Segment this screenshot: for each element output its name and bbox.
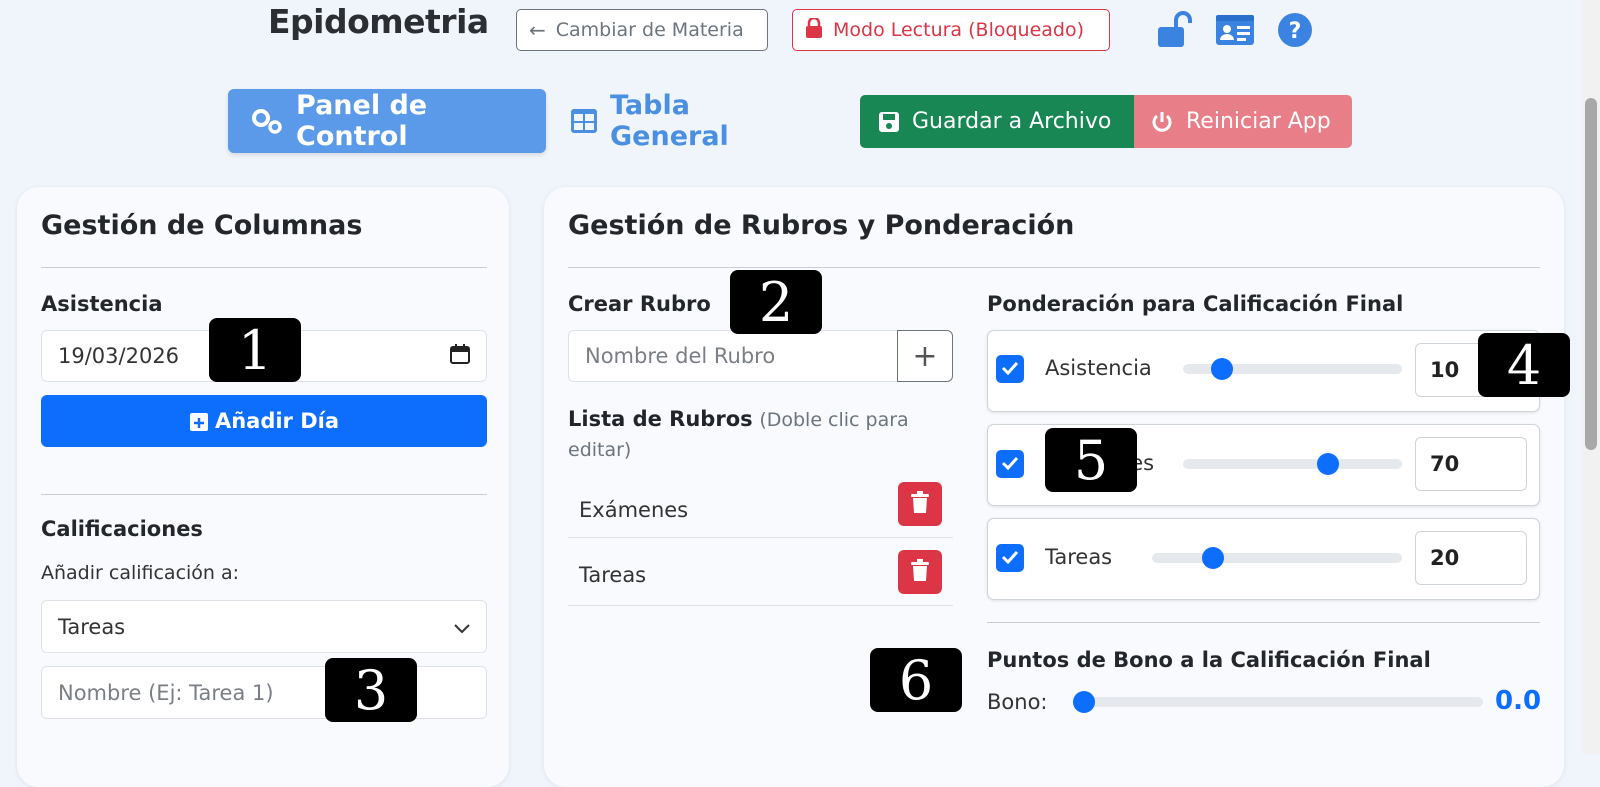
delete-button[interactable] (898, 550, 942, 594)
id-card-icon[interactable] (1214, 10, 1256, 50)
divider (987, 622, 1540, 623)
rubro-list-heading: Lista de Rubros (Doble clic para editar) (568, 405, 928, 465)
rubro-name: Tareas (579, 563, 647, 587)
weight-slider[interactable] (1183, 453, 1402, 475)
power-icon (1150, 110, 1174, 134)
category-select-value: Tareas (58, 614, 126, 639)
marker-3: 3 (325, 658, 417, 722)
bonus-value: 0.0 (1495, 686, 1542, 716)
marker-2: 2 (730, 270, 822, 334)
change-subject-button[interactable]: ← Cambiar de Materia (516, 9, 768, 51)
weight-value: 10 (1430, 358, 1460, 382)
bonus-label: Bono: (987, 690, 1048, 714)
tab-panel-control[interactable]: Panel de Control (228, 89, 546, 153)
marker-6: 6 (870, 648, 962, 712)
app-title: Epidometria (268, 2, 489, 41)
grade-name-placeholder: Nombre (Ej: Tarea 1) (58, 680, 274, 705)
calendar-icon[interactable] (450, 343, 470, 369)
slider-thumb[interactable] (1202, 547, 1224, 569)
slider-thumb[interactable] (1073, 691, 1095, 713)
weight-slider[interactable] (1183, 358, 1402, 380)
columns-title: Gestión de Columnas (41, 210, 363, 241)
bonus-title: Puntos de Bono a la Calificación Final (987, 648, 1431, 672)
rubro-name-input[interactable]: Nombre del Rubro (568, 330, 898, 382)
change-subject-label: Cambiar de Materia (555, 19, 744, 41)
tab-general-table[interactable]: Tabla General (566, 89, 816, 153)
add-grade-to-label: Añadir calificación a: (41, 562, 240, 584)
help-icon[interactable]: ? (1274, 10, 1316, 50)
calendar-plus-icon (189, 410, 209, 432)
weight-input[interactable]: 70 (1415, 437, 1527, 491)
weight-value: 20 (1430, 546, 1460, 570)
save-file-label: Guardar a Archivo (912, 109, 1112, 134)
rubro-name-placeholder: Nombre del Rubro (585, 344, 776, 368)
lock-icon (805, 16, 823, 43)
plus-icon: + (912, 338, 938, 374)
trash-icon (911, 559, 929, 585)
gears-icon (250, 107, 284, 135)
scrollbar-thumb[interactable] (1585, 98, 1597, 450)
category-select[interactable]: Tareas (41, 600, 487, 653)
trash-icon (911, 491, 929, 517)
exams-checkbox[interactable] (996, 450, 1024, 478)
attendance-checkbox[interactable] (996, 355, 1024, 383)
add-day-button[interactable]: Añadir Día (41, 395, 487, 447)
reset-app-button[interactable]: Reiniciar App (1134, 95, 1352, 148)
tab-general-table-label: Tabla General (610, 90, 729, 152)
add-day-label: Añadir Día (214, 409, 340, 433)
create-rubro-label: Crear Rubro (568, 292, 711, 316)
svg-text:?: ? (1289, 19, 1302, 44)
reset-app-label: Reiniciar App (1186, 109, 1331, 134)
check-icon (1001, 360, 1019, 379)
save-file-button[interactable]: Guardar a Archivo (860, 95, 1134, 148)
table-icon (570, 108, 598, 134)
rubros-title: Gestión de Rubros y Ponderación (568, 210, 1075, 241)
weight-name: Asistencia (1045, 356, 1152, 380)
divider (41, 267, 487, 268)
add-rubro-button[interactable]: + (897, 330, 953, 382)
read-mode-button[interactable]: Modo Lectura (Bloqueado) (792, 9, 1110, 51)
marker-5: 5 (1045, 428, 1137, 492)
bonus-slider[interactable] (1073, 691, 1483, 713)
weight-slider[interactable] (1152, 547, 1402, 569)
slider-thumb[interactable] (1317, 453, 1339, 475)
weight-value: 70 (1430, 452, 1460, 476)
divider (41, 494, 487, 495)
unlock-icon[interactable] (1154, 10, 1196, 50)
grades-label: Calificaciones (41, 517, 203, 541)
tab-panel-control-label: Panel de Control (296, 90, 428, 152)
read-mode-label: Modo Lectura (Bloqueado) (833, 19, 1084, 41)
grade-name-input[interactable]: Nombre (Ej: Tarea 1) (41, 666, 487, 719)
marker-4: 4 (1478, 333, 1570, 397)
weight-input[interactable]: 20 (1415, 531, 1527, 585)
floppy-icon (878, 111, 900, 133)
date-value: 19/03/2026 (58, 344, 180, 368)
divider (568, 267, 1540, 268)
attendance-label: Asistencia (41, 292, 163, 316)
list-item[interactable]: Tareas (568, 545, 953, 606)
marker-1: 1 (209, 318, 301, 382)
rubro-list-label: Lista de Rubros (568, 407, 753, 431)
tasks-checkbox[interactable] (996, 544, 1024, 572)
slider-thumb[interactable] (1211, 358, 1233, 380)
check-icon (1001, 455, 1019, 474)
arrow-left-icon: ← (529, 18, 546, 42)
chevron-down-icon (454, 615, 470, 639)
check-icon (1001, 549, 1019, 568)
weighting-label: Ponderación para Calificación Final (987, 292, 1404, 316)
delete-button[interactable] (898, 482, 942, 526)
weight-name: Tareas (1045, 545, 1113, 569)
list-item[interactable]: Exámenes (568, 482, 953, 538)
rubro-name: Exámenes (579, 497, 689, 522)
